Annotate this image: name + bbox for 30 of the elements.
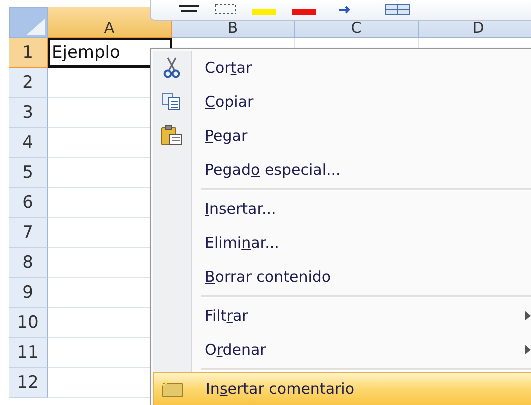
row-header[interactable]: 12 [9,368,48,398]
row-header[interactable]: 4 [9,128,48,158]
menu-item[interactable]: Ordenar [153,333,531,367]
menu-item[interactable]: Insertar comentario [153,372,531,405]
menu-item[interactable]: Pegar [153,119,531,153]
menu-item[interactable]: Eliminar... [153,226,531,260]
row-header[interactable]: 2 [9,68,48,98]
comment-icon [161,380,185,398]
menu-item[interactable]: Copiar [153,85,531,119]
row-header[interactable]: 6 [9,188,48,218]
scissors-icon [163,57,181,79]
row-header[interactable]: 9 [9,278,48,308]
submenu-arrow-icon [525,311,531,321]
row-header[interactable]: 11 [9,338,48,368]
menu-item[interactable]: Pegado especial... [153,153,531,187]
borders-icon[interactable] [215,4,237,16]
copy-icon [162,93,182,111]
column-header[interactable]: A [48,7,172,38]
submenu-arrow-icon [525,345,531,355]
clipboard-icon [161,125,183,147]
row-header[interactable]: 7 [9,218,48,248]
row-header[interactable]: 1 [9,38,48,68]
row-header[interactable]: 10 [9,308,48,338]
menu-item[interactable]: Insertar... [153,192,531,226]
table-icon[interactable] [385,4,411,16]
menu-item[interactable]: Filtrar [153,299,531,333]
menu-item[interactable]: Borrar contenido [153,260,531,294]
row-header[interactable]: 5 [9,158,48,188]
row-header[interactable]: 3 [9,98,48,128]
row-header[interactable]: 8 [9,248,48,278]
